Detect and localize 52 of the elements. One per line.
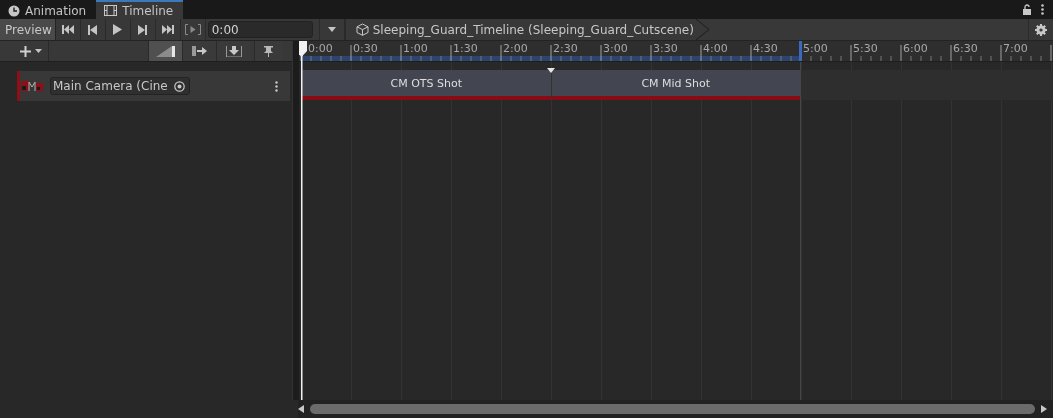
time-label: 3:00 xyxy=(603,42,628,55)
step-back-icon xyxy=(88,24,98,35)
blend-marker-icon xyxy=(547,68,555,73)
blend-button[interactable] xyxy=(148,41,182,61)
clip[interactable]: CM OTS Shot xyxy=(302,70,551,100)
time-label: 3:30 xyxy=(653,42,678,55)
tab[interactable]: Timeline xyxy=(96,0,184,19)
time-ruler[interactable]: 0:00 0:30 1:00 1:30 2:00 2:30 3:00 3:30 4:00 4:30 5:00 5:30 6:00 6:30 7:00 xyxy=(299,41,1053,62)
binding-field[interactable]: Main Camera (Cine xyxy=(50,77,190,95)
time-label: 5:30 xyxy=(853,42,878,55)
time-label: 5:00 xyxy=(803,42,828,55)
target-icon xyxy=(173,80,185,92)
time-label: 0:30 xyxy=(353,42,378,55)
bracket-arrow-icon xyxy=(225,45,242,57)
bar-arrow-icon xyxy=(192,46,207,56)
time-label: 1:00 xyxy=(403,42,428,55)
clip[interactable]: CM Mid Shot xyxy=(551,70,800,100)
preview-button[interactable]: Preview xyxy=(0,19,56,40)
time-label: 2:00 xyxy=(503,42,528,55)
camera-track-icon xyxy=(20,80,44,92)
ramp-icon xyxy=(155,45,176,57)
step-forward-icon xyxy=(138,24,148,35)
caret-icon xyxy=(35,49,42,53)
tab[interactable]: Animation xyxy=(0,0,97,19)
track-header[interactable]: Main Camera (Cine xyxy=(17,71,290,101)
time-label: 6:30 xyxy=(953,42,978,55)
caret-icon xyxy=(327,27,336,32)
bracketed-play-icon xyxy=(184,24,201,35)
time-label: 6:00 xyxy=(903,42,928,55)
skip-end-icon xyxy=(161,25,174,34)
playhead[interactable] xyxy=(299,41,307,400)
play-icon xyxy=(113,24,123,35)
pin-icon xyxy=(264,45,273,57)
settings-icon xyxy=(1035,23,1047,36)
skip-start-icon xyxy=(61,25,74,34)
scroll-left-icon[interactable] xyxy=(298,405,304,413)
film-icon xyxy=(104,5,118,16)
horizontal-scrollbar[interactable] xyxy=(310,404,1035,414)
lock-icon[interactable] xyxy=(1022,4,1032,15)
scroll-right-icon[interactable] xyxy=(1041,405,1047,413)
more-icon[interactable] xyxy=(1041,4,1044,15)
cube-icon xyxy=(355,23,369,36)
time-label: 0:00 xyxy=(308,42,333,55)
time-label: 2:30 xyxy=(553,42,578,55)
more-icon[interactable] xyxy=(275,80,278,92)
dropdown-button[interactable] xyxy=(318,19,345,40)
plus-icon xyxy=(20,45,31,57)
time-field[interactable]: 0:00 xyxy=(207,21,313,38)
time-label: 1:30 xyxy=(453,42,478,55)
time-label: 4:30 xyxy=(753,42,778,55)
time-label: 4:00 xyxy=(703,42,728,55)
time-label: 7:00 xyxy=(1003,42,1028,55)
